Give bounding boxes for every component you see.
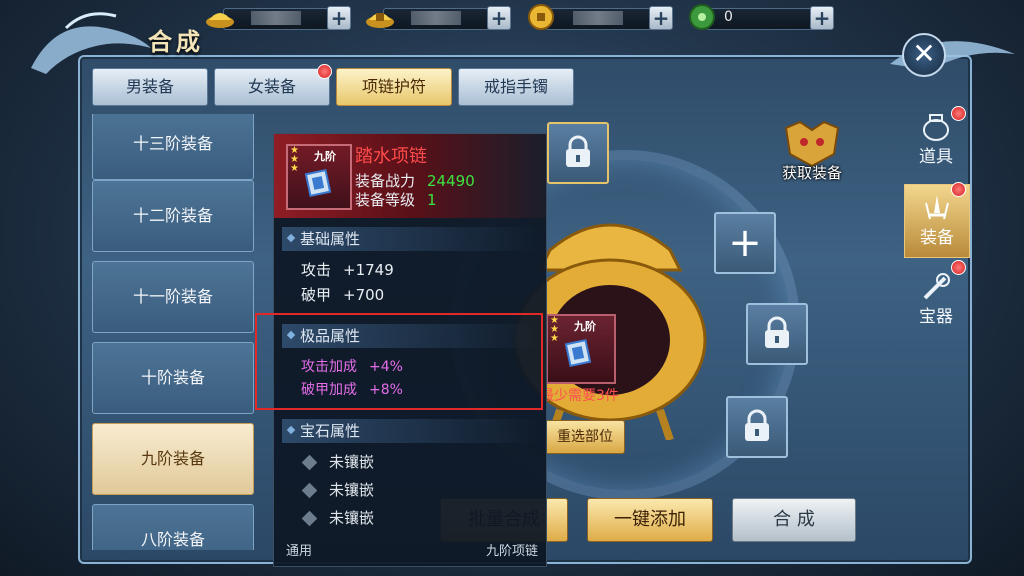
attr-value: +700 — [343, 286, 385, 304]
item-usage: 通用 — [286, 544, 313, 559]
currency-value-blurred — [411, 11, 461, 25]
tier-list[interactable]: 十三阶装备 十二阶装备 十一阶装备 十阶装备 九阶装备 八阶装备 — [90, 114, 260, 550]
gem-slot-row: 未镶嵌 — [301, 479, 375, 500]
tab-female-equipment[interactable]: 女装备 — [214, 68, 330, 106]
material-slot-add[interactable]: + — [714, 212, 776, 274]
jade-value: 0 — [724, 9, 733, 25]
gold-ingot-icon — [206, 13, 234, 28]
tier-item-11[interactable]: 十一阶装备 — [92, 261, 254, 333]
tier-item-10[interactable]: 十阶装备 — [92, 342, 254, 414]
level-label: 装备等级 — [355, 191, 416, 209]
currency-value-blurred — [251, 11, 301, 25]
jar-icon — [923, 114, 949, 141]
attr-name: 攻击 — [301, 261, 332, 279]
power-row: 装备战力 24490 — [355, 170, 475, 191]
tooltip-item-icon: ★ ★ ★ 九阶 — [286, 144, 352, 210]
currency-value-blurred — [573, 11, 623, 25]
lock-icon — [765, 316, 789, 348]
treasure-icon — [923, 273, 950, 300]
locked-ingot-currency: + — [365, 6, 517, 30]
tab-ring-bracelet[interactable]: 戒指手镯 — [458, 68, 574, 106]
tier-item-9[interactable]: 九阶装备 — [92, 423, 254, 495]
sidenav-label: 道具 — [919, 147, 953, 167]
add-coin-button[interactable]: + — [649, 6, 673, 30]
get-equipment-button[interactable]: 获取装备 — [776, 118, 848, 182]
sidenav-label: 装备 — [920, 228, 954, 248]
basic-attrs-heading: 基础属性 — [282, 227, 538, 251]
add-locked-ingot-button[interactable]: + — [487, 6, 511, 30]
gem-status: 未镶嵌 — [329, 481, 375, 499]
dragon-ornament-right — [890, 41, 1015, 70]
lock-icon — [566, 135, 590, 167]
gem-socket-icon — [301, 482, 318, 499]
material-slot-locked[interactable] — [547, 122, 609, 184]
necklace-icon — [304, 168, 332, 198]
item-type: 九阶项链 — [485, 544, 538, 559]
demon-mask-icon — [784, 120, 840, 168]
tier-item-8[interactable]: 八阶装备 — [92, 504, 254, 550]
gold-ingot-currency: + — [205, 6, 357, 30]
jade-currency: 0 + — [688, 4, 840, 30]
item-name: 踏水项链 — [355, 146, 427, 167]
target-item-slot[interactable]: ★ ★ ★ 九阶 — [546, 314, 616, 384]
attr-value: +1749 — [343, 261, 394, 279]
get-equipment-label: 获取装备 — [781, 164, 842, 182]
star-icons: ★ ★ ★ — [290, 145, 299, 174]
power-value: 24490 — [427, 172, 475, 190]
star-icons: ★ ★ ★ — [550, 315, 559, 344]
lock-icon — [745, 409, 769, 441]
close-button[interactable]: ✕ — [902, 33, 946, 77]
superior-attrs-highlight — [255, 313, 543, 410]
sidenav-label: 宝器 — [919, 307, 953, 327]
tier-badge: 九阶 — [574, 320, 596, 333]
gem-status: 未镶嵌 — [329, 509, 375, 527]
sword-icon — [925, 195, 949, 220]
tab-necklace-amulet[interactable]: 项链护符 — [336, 68, 452, 106]
tier-badge: 九阶 — [314, 150, 336, 163]
synthesize-button[interactable]: 合 成 — [732, 498, 856, 542]
gem-attrs-heading: 宝石属性 — [282, 419, 538, 443]
power-label: 装备战力 — [355, 172, 416, 190]
nav-badge-dot — [951, 182, 966, 197]
gold-lock-ingot-icon — [366, 13, 394, 28]
level-row: 装备等级 1 — [355, 189, 437, 210]
material-slot-locked[interactable] — [746, 303, 808, 365]
necklace-icon — [564, 338, 592, 368]
attr-row: 破甲 +700 — [301, 284, 384, 305]
reselect-slot-button[interactable]: 重选部位 — [545, 420, 625, 454]
coin-icon — [528, 4, 554, 30]
attr-row: 攻击 +1749 — [301, 259, 394, 280]
one-key-add-button[interactable]: 一键添加 — [587, 498, 713, 542]
min-required-text: 最少需要3件 — [540, 388, 619, 404]
tier-item-12[interactable]: 十二阶装备 — [92, 180, 254, 252]
gem-status: 未镶嵌 — [329, 453, 375, 471]
add-jade-button[interactable]: + — [810, 6, 834, 30]
green-jade-icon — [689, 4, 715, 30]
tab-badge-dot — [317, 64, 332, 79]
tier-item-13[interactable]: 十三阶装备 — [92, 114, 254, 180]
gem-slot-row: 未镶嵌 — [301, 451, 375, 472]
add-gold-ingot-button[interactable]: + — [327, 6, 351, 30]
tooltip-footer: 通用 九阶项链 — [274, 538, 546, 566]
attr-name: 破甲 — [301, 286, 332, 304]
level-value: 1 — [427, 191, 437, 209]
coin-currency: + — [527, 4, 679, 30]
plus-icon: + — [728, 220, 762, 266]
gem-slot-row: 未镶嵌 — [301, 507, 375, 528]
nav-badge-dot — [951, 106, 966, 121]
nav-badge-dot — [951, 260, 966, 275]
gem-socket-icon — [301, 454, 318, 471]
window-title: 合成 — [148, 27, 204, 56]
tab-male-equipment[interactable]: 男装备 — [92, 68, 208, 106]
material-slot-locked[interactable] — [726, 396, 788, 458]
gem-socket-icon — [301, 510, 318, 527]
